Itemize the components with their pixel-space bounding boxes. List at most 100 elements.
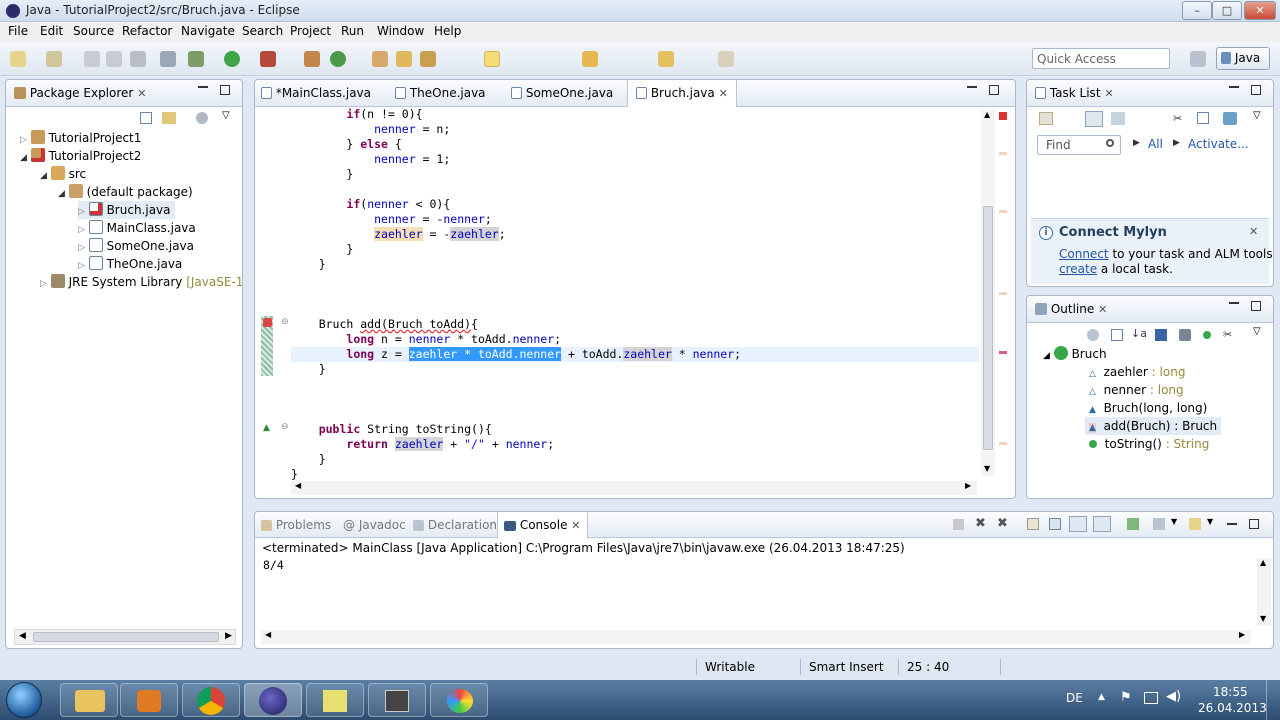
forward-icon[interactable] (718, 51, 734, 67)
tab-problems[interactable]: Problems (261, 512, 331, 538)
tab-bruch[interactable]: Bruch.java ✕ (627, 80, 737, 107)
view-menu-icon[interactable] (196, 112, 208, 124)
hide-nonpublic-icon[interactable] (1179, 329, 1191, 341)
new-package-icon[interactable] (46, 51, 62, 67)
network-icon[interactable] (1144, 692, 1158, 704)
tab-task-list[interactable]: Task List ✕ (1035, 80, 1114, 106)
fold-toggle-icon[interactable]: ⊖ (281, 317, 289, 327)
collapse-all-icon[interactable] (140, 112, 152, 124)
tab-javadoc[interactable]: @ Javadoc (343, 512, 406, 538)
clear-console-icon[interactable] (1027, 518, 1039, 530)
hide-local-types-icon[interactable] (1203, 331, 1211, 339)
open-perspective-icon[interactable] (1190, 51, 1206, 67)
close-button[interactable]: ✕ (1244, 1, 1276, 20)
open-type-icon[interactable] (372, 51, 388, 67)
search-icon[interactable] (420, 51, 436, 67)
synchronize-icon[interactable] (1223, 112, 1237, 125)
tree-item[interactable]: ▷ MainClass.java (78, 219, 196, 237)
chrome-taskbar-button[interactable] (182, 683, 240, 717)
paint-taskbar-button[interactable] (430, 683, 488, 717)
maximize-view-icon[interactable] (1249, 519, 1259, 529)
sticky-notes-taskbar-button[interactable] (306, 683, 364, 717)
horizontal-scrollbar[interactable]: ◀ ▶ (261, 630, 1251, 644)
start-button[interactable] (6, 682, 42, 718)
back-icon[interactable] (658, 51, 674, 67)
volume-icon[interactable]: ◀) (1166, 689, 1181, 704)
remove-launch-icon[interactable]: ✖ (975, 516, 986, 531)
menu-run[interactable]: Run (341, 24, 364, 38)
display-console-dropdown-icon[interactable]: ▼ (1171, 517, 1177, 526)
menu-window[interactable]: Window (377, 24, 424, 38)
activate-arrow-icon[interactable]: ▶ (1173, 138, 1180, 148)
menu-project[interactable]: Project (290, 24, 331, 38)
tab-outline[interactable]: Outline ✕ (1035, 296, 1107, 322)
expand-toggle-icon[interactable]: ◢ (40, 171, 47, 181)
fold-toggle-icon[interactable]: ⊖ (281, 422, 289, 432)
scroll-thumb[interactable] (983, 206, 993, 450)
occurrence-overview-marker[interactable] (999, 152, 1007, 155)
explorer-taskbar-button[interactable] (60, 683, 118, 717)
minimize-view-icon[interactable] (198, 86, 208, 88)
maximize-view-icon[interactable] (1251, 85, 1261, 95)
scroll-down-icon[interactable]: ▼ (984, 464, 990, 473)
hide-static-icon[interactable] (1155, 329, 1167, 341)
task-find-input[interactable]: Find (1037, 135, 1121, 155)
collapse-all-icon[interactable] (1111, 329, 1123, 341)
tab-someone[interactable]: SomeOne.java (511, 80, 613, 106)
new-icon[interactable] (10, 51, 26, 67)
outline-member[interactable]: △ zaehler : long (1089, 363, 1185, 381)
error-marker-icon[interactable] (263, 318, 272, 327)
eclipse-taskbar-button[interactable] (244, 683, 302, 717)
expand-toggle-icon[interactable]: ▷ (78, 261, 85, 271)
show-on-output-icon[interactable] (1069, 516, 1087, 532)
outline-member[interactable]: ▲ add(Bruch) : Bruch (1085, 417, 1222, 435)
tree-item[interactable]: ▷ TheOne.java (78, 255, 182, 273)
all-filter-arrow-icon[interactable]: ▶ (1133, 138, 1140, 148)
new-task-icon[interactable] (1039, 112, 1053, 125)
tab-console[interactable]: Console ✕ (497, 512, 588, 539)
categorized-icon[interactable] (1085, 111, 1103, 127)
menu-file[interactable]: File (8, 24, 28, 38)
action-center-flag-icon[interactable]: ⚑ (1120, 690, 1132, 705)
activate-task-link[interactable]: Activate... (1188, 137, 1249, 151)
scroll-down-icon[interactable]: ▼ (1260, 614, 1266, 623)
view-menu-dropdown-icon[interactable]: ▽ (1253, 326, 1261, 337)
external-tools-icon[interactable] (260, 51, 276, 67)
close-tab-icon[interactable]: ✕ (1098, 303, 1107, 316)
print-icon[interactable] (130, 51, 146, 67)
media-player-taskbar-button[interactable] (120, 683, 178, 717)
tree-item[interactable]: ◢ (default package) (58, 183, 193, 201)
menu-navigate[interactable]: Navigate (181, 24, 235, 38)
scroll-thumb[interactable] (33, 632, 219, 642)
save-icon[interactable] (84, 51, 100, 67)
display-console-icon[interactable] (1153, 518, 1165, 530)
save-all-icon[interactable] (106, 51, 122, 67)
error-overview-marker[interactable] (999, 351, 1007, 354)
hide-fields-icon[interactable] (1087, 329, 1099, 341)
vertical-scrollbar[interactable]: ▲ ▼ (981, 110, 995, 476)
java-perspective-button[interactable]: Java (1216, 47, 1270, 70)
horizontal-scrollbar[interactable]: ◀ ▶ (291, 481, 977, 495)
expand-toggle-icon[interactable]: ◢ (58, 189, 65, 199)
scroll-lock-icon[interactable] (1049, 518, 1061, 530)
sort-icon[interactable]: ↓a (1131, 327, 1147, 340)
view-menu-dropdown-icon[interactable]: ▽ (1253, 110, 1261, 121)
expand-toggle-icon[interactable]: ▷ (78, 207, 85, 217)
terminate-icon[interactable] (953, 519, 964, 530)
toggle-mark-occurrences-icon[interactable] (484, 51, 500, 67)
menu-refactor[interactable]: Refactor (122, 24, 172, 38)
close-tab-icon[interactable]: ✕ (137, 87, 146, 100)
run-icon[interactable] (224, 51, 240, 67)
clock-time[interactable]: 18:55 (1213, 685, 1248, 699)
tree-item[interactable]: ◢ TutorialProject2 (20, 147, 141, 165)
pin-console-icon[interactable] (1127, 518, 1139, 530)
expand-toggle-icon[interactable]: ◢ (20, 153, 27, 163)
outline-member[interactable]: toString() : String (1089, 435, 1209, 453)
occurrence-overview-marker[interactable] (999, 442, 1007, 445)
menu-edit[interactable]: Edit (40, 24, 63, 38)
show-desktop-button[interactable] (1266, 680, 1280, 720)
maximize-view-icon[interactable] (220, 85, 230, 95)
all-filter-link[interactable]: All (1148, 137, 1163, 151)
new-java-project-icon[interactable] (304, 51, 320, 67)
menu-help[interactable]: Help (434, 24, 461, 38)
